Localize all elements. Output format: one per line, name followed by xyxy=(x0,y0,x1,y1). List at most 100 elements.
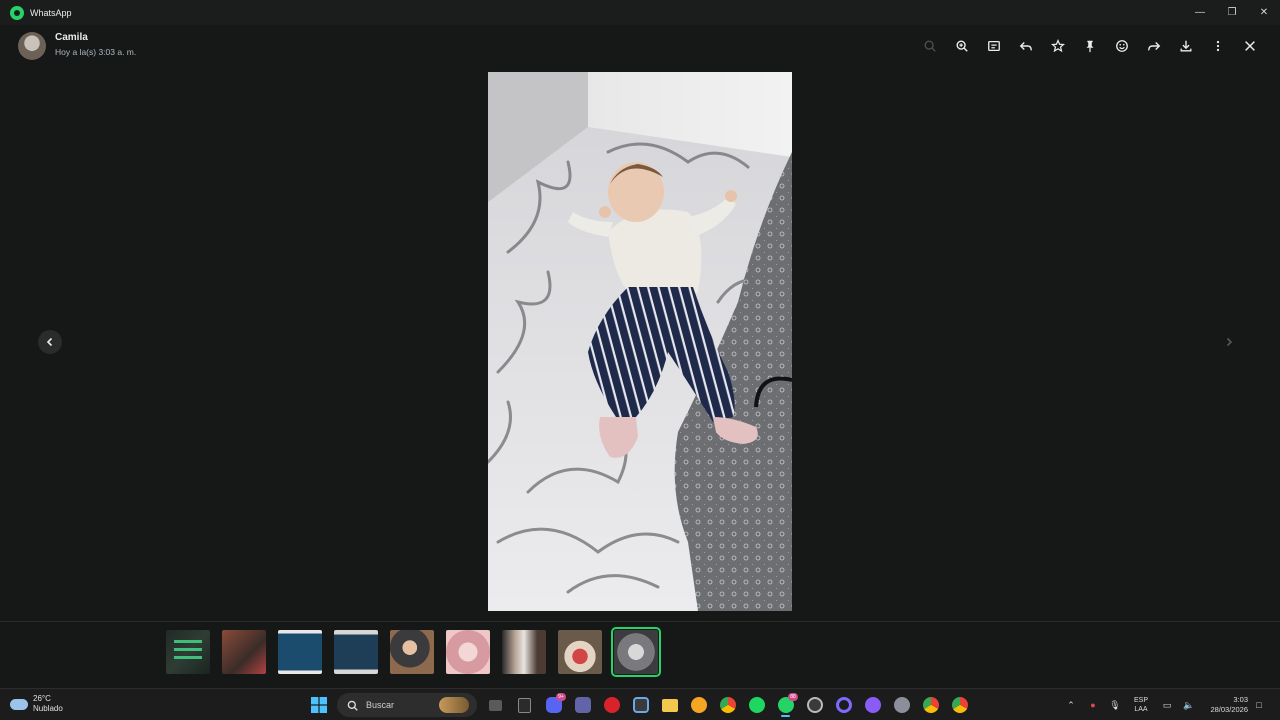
thumbnail-strip xyxy=(0,621,1280,687)
viewer-toolbar xyxy=(914,36,1266,56)
weather-condition: Nublado xyxy=(33,704,63,713)
title-bar: WhatsApp — ❐ ✕ xyxy=(0,0,1280,25)
close-viewer-button[interactable] xyxy=(1234,36,1266,56)
whatsapp-taskbar-button[interactable]: 88 xyxy=(771,693,800,717)
chevron-right-icon xyxy=(1226,337,1233,347)
window-controls: — ❐ ✕ xyxy=(1184,0,1280,25)
window-close-button[interactable]: ✕ xyxy=(1248,0,1280,25)
volume-button[interactable]: 🔈 xyxy=(1178,693,1200,717)
clock[interactable]: 3:03 28/03/2026 xyxy=(1200,695,1248,715)
thumbnail[interactable] xyxy=(502,630,546,674)
cloud-sync-icon: ● xyxy=(1090,700,1096,710)
react-button[interactable] xyxy=(1106,36,1138,56)
caption-icon xyxy=(988,40,1000,52)
emoji-icon xyxy=(1116,40,1128,52)
language-code: ESP xyxy=(1133,697,1148,704)
keyboard-layout: LAA xyxy=(1134,706,1148,713)
chrome-button[interactable] xyxy=(713,693,742,717)
task-view-button[interactable] xyxy=(481,693,510,717)
pin-button[interactable] xyxy=(1074,36,1106,56)
minimize-button[interactable]: — xyxy=(1184,0,1216,25)
spotify-button[interactable] xyxy=(742,693,771,717)
microphone-button[interactable]: 🎙 xyxy=(1104,693,1126,717)
clock-time: 3:03 xyxy=(1233,695,1248,704)
search-button[interactable] xyxy=(914,36,946,56)
thumbnail[interactable] xyxy=(558,630,602,674)
next-media-button[interactable] xyxy=(1217,330,1241,354)
system-tray: ⌃ ● 🎙 ESP LAA ▭ 🔈 3:03 28/03/2026 □ xyxy=(1060,693,1270,717)
teams-icon xyxy=(574,697,591,713)
input-language[interactable]: ESP LAA xyxy=(1126,696,1156,714)
start-button[interactable] xyxy=(304,693,333,717)
chrome-icon xyxy=(922,697,939,713)
download-button[interactable] xyxy=(1170,36,1202,56)
messenger-icon xyxy=(864,697,881,713)
zoom-in-icon xyxy=(956,40,968,52)
forward-button[interactable] xyxy=(1138,36,1170,56)
search-highlight-icon xyxy=(439,697,469,713)
app-purple-button[interactable] xyxy=(829,693,858,717)
discord-button[interactable]: 9+ xyxy=(539,693,568,717)
whatsapp-badge: 88 xyxy=(788,693,798,701)
weather-widget[interactable]: 26°C Nublado xyxy=(10,694,63,714)
cloud-icon xyxy=(10,698,28,710)
pin-icon xyxy=(1086,40,1094,53)
network-button[interactable]: ▭ xyxy=(1156,693,1178,717)
task-view-icon xyxy=(489,699,502,711)
folder-icon xyxy=(661,698,678,712)
star-button[interactable] xyxy=(1042,36,1074,56)
caption-button[interactable] xyxy=(978,36,1010,56)
messenger-button[interactable] xyxy=(858,693,887,717)
steam-button[interactable] xyxy=(800,693,829,717)
taskbar-search[interactable]: Buscar xyxy=(337,693,477,717)
media-image[interactable] xyxy=(488,72,792,611)
ring-icon xyxy=(835,697,852,713)
more-icon xyxy=(1216,40,1220,52)
avatar[interactable] xyxy=(18,32,46,60)
monitor-icon: ▭ xyxy=(1162,699,1172,710)
gear-icon xyxy=(893,697,910,713)
teams-button[interactable] xyxy=(568,693,597,717)
microphone-icon: 🎙 xyxy=(1109,699,1121,710)
store-icon xyxy=(632,697,649,713)
shield-icon xyxy=(603,697,620,713)
thumbnail-active[interactable] xyxy=(611,627,661,677)
search-icon xyxy=(347,700,358,711)
app-orange-button[interactable] xyxy=(684,693,713,717)
steam-icon xyxy=(806,697,823,713)
reply-button[interactable] xyxy=(1010,36,1042,56)
tray-overflow-button[interactable]: ⌃ xyxy=(1060,693,1082,717)
thumbnail[interactable] xyxy=(166,630,210,674)
star-icon xyxy=(1051,39,1065,53)
message-timestamp: Hoy a la(s) 3:03 a. m. xyxy=(55,47,137,57)
more-options-button[interactable] xyxy=(1202,36,1234,56)
thumbnail[interactable] xyxy=(446,630,490,674)
spotify-icon xyxy=(748,697,765,713)
previous-media-button[interactable] xyxy=(38,330,62,354)
contact-name[interactable]: Camila xyxy=(55,32,88,43)
chrome-profile-button[interactable] xyxy=(916,693,945,717)
reply-icon xyxy=(1019,42,1032,51)
clock-date: 28/03/2026 xyxy=(1210,705,1248,714)
zoom-in-button[interactable] xyxy=(946,36,978,56)
window-title: WhatsApp xyxy=(30,7,72,18)
thumbnail[interactable] xyxy=(222,630,266,674)
notifications-button[interactable]: □ xyxy=(1248,693,1270,717)
thumbnail[interactable] xyxy=(278,630,322,674)
weather-temp: 26°C xyxy=(33,694,51,703)
bell-icon: □ xyxy=(1256,700,1262,710)
thumbnail[interactable] xyxy=(334,630,378,674)
epic-games-button[interactable] xyxy=(510,693,539,717)
whatsapp-logo-icon xyxy=(10,5,24,20)
chrome-profile-2-button[interactable] xyxy=(945,693,974,717)
thumbnail[interactable] xyxy=(390,630,434,674)
tray-app-button[interactable]: ● xyxy=(1082,693,1104,717)
close-icon xyxy=(1245,41,1255,51)
restore-button[interactable]: ❐ xyxy=(1216,0,1248,25)
chrome-icon xyxy=(719,697,736,713)
settings-button[interactable] xyxy=(887,693,916,717)
antivirus-button[interactable] xyxy=(597,693,626,717)
file-explorer-button[interactable] xyxy=(655,693,684,717)
store-button[interactable] xyxy=(626,693,655,717)
app-circle-icon xyxy=(690,697,707,713)
